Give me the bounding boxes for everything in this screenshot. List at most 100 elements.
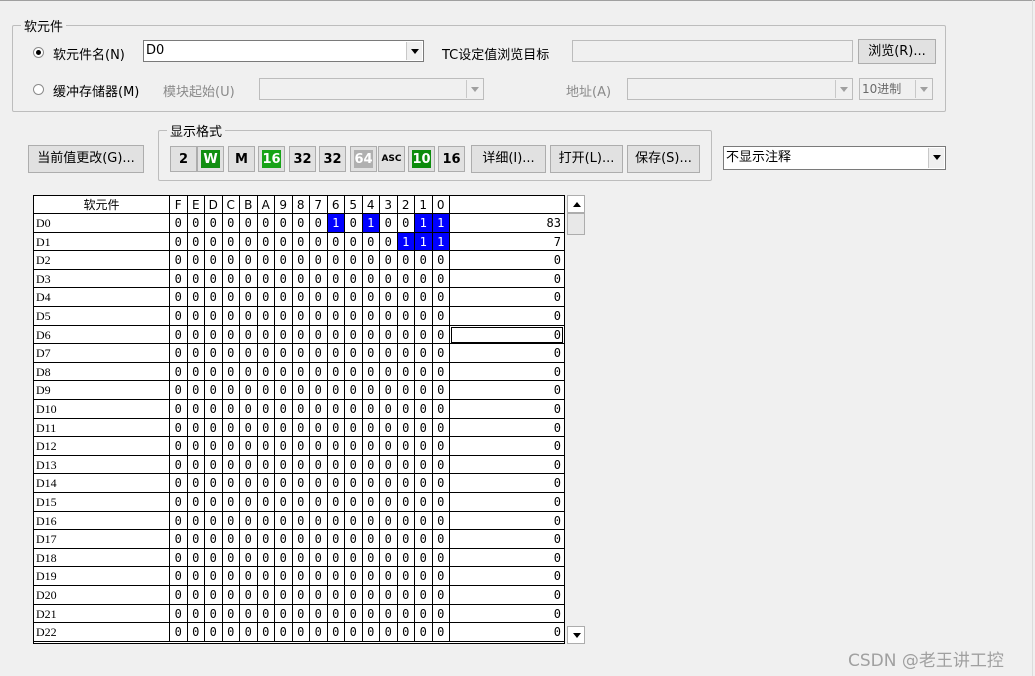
bit-cell[interactable]: 0 bbox=[432, 586, 450, 605]
bit-cell[interactable]: 0 bbox=[345, 381, 363, 400]
bit-cell[interactable]: 0 bbox=[170, 437, 188, 456]
bit-cell[interactable]: 0 bbox=[257, 232, 275, 252]
bit-cell[interactable]: 0 bbox=[222, 251, 240, 270]
table-row-value[interactable]: 0 bbox=[450, 400, 564, 419]
bit-cell[interactable]: 0 bbox=[275, 604, 293, 624]
bit-cell[interactable]: 0 bbox=[432, 604, 450, 624]
bit-cell[interactable]: 0 bbox=[345, 493, 363, 512]
bit-cell[interactable]: 0 bbox=[240, 455, 258, 475]
bit-cell[interactable]: 0 bbox=[222, 455, 240, 475]
bit-cell[interactable]: 0 bbox=[275, 474, 293, 493]
table-row-value[interactable]: 0 bbox=[450, 251, 564, 270]
bit-cell[interactable]: 0 bbox=[380, 586, 398, 605]
bit-cell[interactable]: 0 bbox=[222, 474, 240, 493]
bit-cell[interactable]: 0 bbox=[205, 474, 223, 493]
bit-cell[interactable]: 0 bbox=[292, 604, 310, 624]
bit-cell[interactable]: 0 bbox=[327, 344, 345, 363]
table-row-device[interactable]: D18 bbox=[34, 548, 170, 568]
bit-cell[interactable]: 0 bbox=[345, 362, 363, 382]
bit-cell[interactable]: 0 bbox=[275, 586, 293, 605]
bit-cell[interactable]: 0 bbox=[257, 288, 275, 307]
table-row-value[interactable]: 0 bbox=[450, 344, 564, 363]
bit-cell[interactable]: 0 bbox=[327, 511, 345, 531]
bit-cell[interactable]: 0 bbox=[222, 586, 240, 605]
bit-cell[interactable]: 0 bbox=[240, 623, 258, 642]
bit-cell[interactable]: 0 bbox=[345, 214, 363, 233]
16bit-format-icon[interactable]: 16 bbox=[258, 146, 285, 172]
bit-cell[interactable]: 0 bbox=[240, 511, 258, 531]
bit-cell[interactable]: 0 bbox=[310, 362, 328, 382]
bit-cell[interactable]: 0 bbox=[310, 455, 328, 475]
table-row-value[interactable]: 0 bbox=[450, 586, 564, 605]
bit-cell[interactable]: 0 bbox=[327, 474, 345, 493]
bit-cell[interactable]: 0 bbox=[362, 400, 380, 419]
bit-cell[interactable]: 0 bbox=[205, 400, 223, 419]
bit-cell[interactable]: 0 bbox=[415, 362, 433, 382]
bit-cell[interactable]: 0 bbox=[415, 623, 433, 642]
bit-cell[interactable]: 0 bbox=[187, 251, 205, 270]
bit-cell[interactable]: 0 bbox=[292, 455, 310, 475]
bit-cell[interactable]: 0 bbox=[240, 269, 258, 289]
32bit-float-format-icon[interactable]: 32 bbox=[319, 146, 346, 172]
bit-cell[interactable]: 0 bbox=[415, 493, 433, 512]
bit-cell[interactable]: 0 bbox=[222, 437, 240, 456]
bit-cell[interactable]: 0 bbox=[222, 548, 240, 568]
bit-cell[interactable]: 0 bbox=[170, 214, 188, 233]
bit-cell[interactable]: 0 bbox=[397, 511, 415, 531]
bit-cell[interactable]: 0 bbox=[257, 362, 275, 382]
bit-cell[interactable]: 0 bbox=[345, 474, 363, 493]
bit-cell[interactable]: 0 bbox=[380, 307, 398, 326]
bit-cell[interactable]: 0 bbox=[240, 567, 258, 586]
table-row-value[interactable]: 83 bbox=[450, 214, 564, 233]
bit-cell[interactable]: 0 bbox=[397, 586, 415, 605]
hex-format-icon[interactable]: 16 bbox=[438, 146, 465, 172]
bit-cell[interactable]: 0 bbox=[415, 307, 433, 326]
bit-cell[interactable]: 0 bbox=[415, 548, 433, 568]
bit-cell[interactable]: 0 bbox=[310, 493, 328, 512]
bit-cell[interactable]: 0 bbox=[205, 493, 223, 512]
bit-cell[interactable]: 0 bbox=[275, 455, 293, 475]
table-row-device[interactable]: D21 bbox=[34, 604, 170, 624]
bit-cell[interactable]: 0 bbox=[187, 381, 205, 400]
bit-cell[interactable]: 0 bbox=[170, 269, 188, 289]
bit-cell[interactable]: 0 bbox=[222, 325, 240, 345]
bit-cell[interactable]: 0 bbox=[170, 511, 188, 531]
bit-cell[interactable]: 0 bbox=[205, 381, 223, 400]
bit-cell[interactable]: 0 bbox=[327, 623, 345, 642]
bit-cell[interactable]: 0 bbox=[415, 251, 433, 270]
bit-cell[interactable]: 0 bbox=[380, 288, 398, 307]
bit-cell[interactable]: 0 bbox=[380, 251, 398, 270]
browse-button[interactable]: 浏览(R)... bbox=[858, 39, 936, 64]
bit-cell[interactable]: 0 bbox=[187, 511, 205, 531]
bit-cell[interactable]: 0 bbox=[275, 269, 293, 289]
bit-cell[interactable]: 0 bbox=[170, 362, 188, 382]
bit-cell[interactable]: 0 bbox=[187, 623, 205, 642]
bit-cell[interactable]: 0 bbox=[187, 344, 205, 363]
bit-cell[interactable]: 0 bbox=[170, 548, 188, 568]
bit-cell[interactable]: 0 bbox=[327, 307, 345, 326]
bit-cell[interactable]: 0 bbox=[380, 530, 398, 549]
bit-cell[interactable]: 0 bbox=[397, 548, 415, 568]
bit-cell[interactable]: 0 bbox=[362, 418, 380, 438]
bit-cell[interactable]: 0 bbox=[345, 567, 363, 586]
bit-cell[interactable]: 0 bbox=[415, 400, 433, 419]
bit-cell[interactable]: 0 bbox=[362, 232, 380, 252]
bit-cell[interactable]: 0 bbox=[170, 400, 188, 419]
comment-display-select[interactable]: 不显示注释 bbox=[723, 146, 946, 170]
bit-cell[interactable]: 0 bbox=[380, 511, 398, 531]
bit-cell[interactable]: 0 bbox=[240, 474, 258, 493]
bit-cell[interactable]: 0 bbox=[310, 288, 328, 307]
bit-cell[interactable]: 0 bbox=[327, 604, 345, 624]
device-name-dropdown-arrow-icon[interactable] bbox=[406, 42, 422, 60]
bit-cell[interactable]: 0 bbox=[345, 288, 363, 307]
bit-cell[interactable]: 0 bbox=[310, 474, 328, 493]
bit-cell[interactable]: 0 bbox=[345, 269, 363, 289]
bit-cell[interactable]: 0 bbox=[362, 288, 380, 307]
scroll-up-arrow-icon[interactable] bbox=[567, 195, 585, 213]
bit-cell[interactable]: 0 bbox=[397, 400, 415, 419]
bit-cell[interactable]: 0 bbox=[362, 586, 380, 605]
table-row-value[interactable]: 0 bbox=[450, 270, 564, 289]
bit-cell[interactable]: 0 bbox=[170, 623, 188, 642]
bit-cell[interactable]: 0 bbox=[415, 604, 433, 624]
bit-cell[interactable]: 0 bbox=[345, 511, 363, 531]
